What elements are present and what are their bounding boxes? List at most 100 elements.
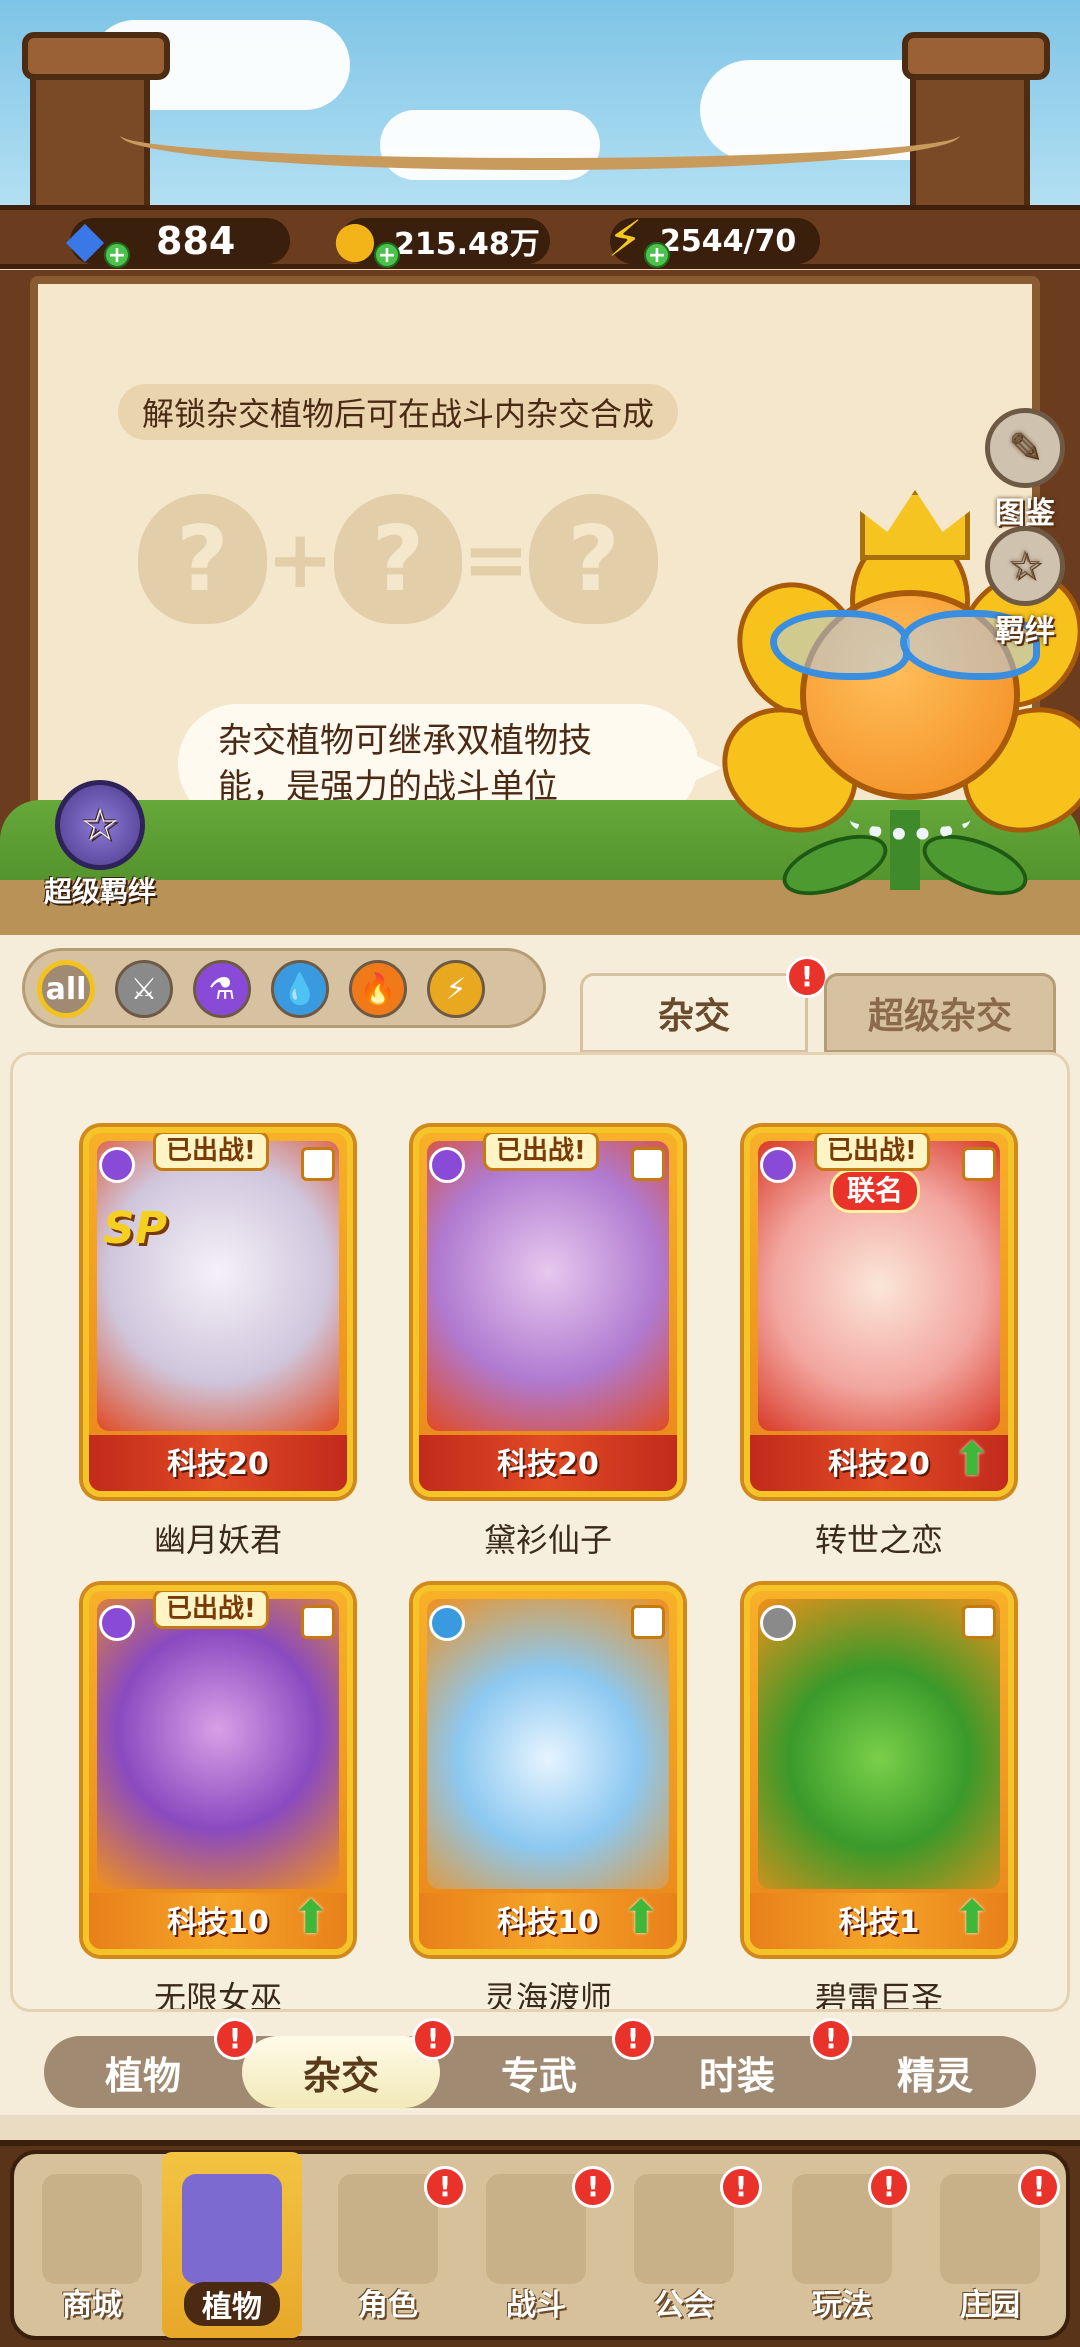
tab-super-hybrid-label: 超级杂交 [867, 996, 1012, 1037]
codex-icon: ✎ [985, 408, 1065, 488]
tab-hybrid[interactable]: 杂交 [580, 973, 808, 1053]
shop-icon [42, 2174, 142, 2284]
equals-sign: = [462, 512, 530, 606]
subtab-exclusive-weapons[interactable]: 专武 [440, 2036, 638, 2108]
filter-all-label: all [45, 971, 87, 1007]
lightning-icon: ⚡ [445, 971, 467, 1007]
notification-badge: ! [810, 2018, 852, 2060]
rope [120, 100, 960, 170]
potion-icon [760, 1147, 796, 1183]
coin-counter[interactable]: ● + 215.48万 [333, 210, 550, 268]
notification-badge: ! [868, 2166, 910, 2208]
energy-value: 2544/70 [660, 223, 797, 259]
card-art [97, 1141, 339, 1431]
card-name: 转世之恋 [814, 1521, 943, 1559]
notification-badge: ! [214, 2018, 256, 2060]
card-name: 碧雷巨圣 [814, 1979, 943, 2012]
subtab-costumes[interactable]: 时装 [638, 2036, 836, 2108]
nav-guild-label: 公会 [654, 2288, 714, 2323]
plus-sign: + [266, 512, 334, 606]
unknown-seed-icon: ? [333, 494, 463, 624]
subtab-plants[interactable]: 植物 [44, 2036, 242, 2108]
nav-manor-label: 庄园 [960, 2288, 1020, 2323]
tab-hybrid-label: 杂交 [657, 996, 730, 1037]
hybrid-formula: ? + ? = ? [138, 484, 658, 634]
super-bond-button[interactable]: ☆ 超级羁绊 [30, 780, 170, 910]
card-name: 灵海渡师 [483, 1979, 612, 2012]
card-art [97, 1599, 339, 1889]
card-art [758, 1599, 1000, 1889]
filter-lightning-button[interactable]: ⚡ [427, 960, 485, 1018]
plant-card[interactable]: 已出战! 科技10 ⬆ [83, 1585, 353, 1955]
fire-icon: 🔥 [359, 971, 397, 1007]
plant-card[interactable]: 已出战! 科技20 [413, 1127, 683, 1497]
potion-icon: ⚗ [208, 971, 236, 1007]
gem-counter[interactable]: ◆ + 884 [66, 210, 290, 268]
grid-icon [301, 1147, 335, 1181]
codex-button[interactable]: ✎ 图鉴 [980, 408, 1070, 532]
notification-badge: ! [786, 956, 828, 998]
resource-bar: ◆ + 884 ● + 215.48万 ⚡ + 2544/70 [0, 205, 1080, 269]
potion-icon [99, 1605, 135, 1641]
notification-badge: ! [412, 2018, 454, 2060]
card-level: 科技20 [167, 1447, 269, 1482]
notification-badge: ! [572, 2166, 614, 2208]
star-icon: ☆ [55, 780, 145, 870]
notification-badge: ! [424, 2166, 466, 2208]
filter-potion-button[interactable]: ⚗ [193, 960, 251, 1018]
sword-icon [760, 1605, 796, 1641]
nav-plants[interactable]: 植物 [162, 2152, 302, 2338]
unknown-seed-icon: ? [529, 494, 658, 624]
plant-card[interactable]: 科技1 ⬆ [744, 1585, 1014, 1955]
card-art [427, 1599, 669, 1889]
nav-battle-label: 战斗 [506, 2288, 566, 2323]
battle-icon [486, 2174, 586, 2284]
bond-button[interactable]: ☆ 羁绊 [980, 526, 1070, 650]
deployed-tag: 已出战! [153, 1133, 269, 1171]
add-energy-icon[interactable]: + [644, 242, 670, 268]
card-level: 科技20 [497, 1447, 599, 1482]
bond-label: 羁绊 [995, 614, 1055, 649]
plant-card[interactable]: SP 已出战! 科技20 [83, 1127, 353, 1497]
grid-icon [631, 1605, 665, 1639]
add-gems-icon[interactable]: + [104, 242, 130, 268]
super-bond-label: 超级羁绊 [43, 875, 156, 908]
crown-icon [860, 490, 970, 560]
subtab-hybrid[interactable]: 杂交 [242, 2036, 440, 2108]
element-filter-bar: all ⚔ ⚗ 💧 🔥 ⚡ [22, 948, 546, 1028]
filter-fire-button[interactable]: 🔥 [349, 960, 407, 1018]
upgrade-arrow-icon: ⬆ [952, 1432, 992, 1486]
notification-badge: ! [720, 2166, 762, 2208]
sword-icon: ⚔ [130, 971, 158, 1007]
subtab-sprites[interactable]: 精灵 [836, 2036, 1034, 2108]
potion-icon [99, 1147, 135, 1183]
notification-badge: ! [1018, 2166, 1060, 2208]
nav-plants-label: 植物 [184, 2282, 280, 2326]
card-name: 无限女巫 [153, 1979, 282, 2012]
water-drop-icon [429, 1605, 465, 1641]
deployed-tag: 已出战! [814, 1133, 930, 1171]
grid-icon [631, 1147, 665, 1181]
sub-tab-bar: 植物 杂交 专武 时装 精灵 [44, 2036, 1036, 2108]
grid-icon [962, 1605, 996, 1639]
filter-all-button[interactable]: all [37, 960, 95, 1018]
plant-card[interactable]: 联名 已出战! 科技20 ⬆ [744, 1127, 1014, 1497]
nav-shop[interactable]: 商城 [22, 2152, 162, 2338]
energy-counter[interactable]: ⚡ + 2544/70 [607, 210, 820, 268]
notification-badge: ! [612, 2018, 654, 2060]
character-icon [338, 2174, 438, 2284]
sky-background [0, 0, 1080, 230]
add-coins-icon[interactable]: + [374, 242, 400, 268]
filter-water-button[interactable]: 💧 [271, 960, 329, 1018]
coin-value: 215.48万 [394, 227, 540, 262]
unknown-seed-icon: ? [138, 494, 267, 624]
plant-card[interactable]: 科技10 ⬆ [413, 1585, 683, 1955]
gem-value: 884 [156, 219, 236, 263]
upgrade-arrow-icon: ⬆ [291, 1890, 331, 1944]
tab-super-hybrid[interactable]: 超级杂交 [824, 973, 1056, 1053]
upgrade-arrow-icon: ⬆ [952, 1890, 992, 1944]
upgrade-arrow-icon: ⬆ [621, 1890, 661, 1944]
nav-gameplay-label: 玩法 [812, 2288, 872, 2323]
filter-sword-button[interactable]: ⚔ [115, 960, 173, 1018]
nav-shop-label: 商城 [62, 2288, 122, 2323]
